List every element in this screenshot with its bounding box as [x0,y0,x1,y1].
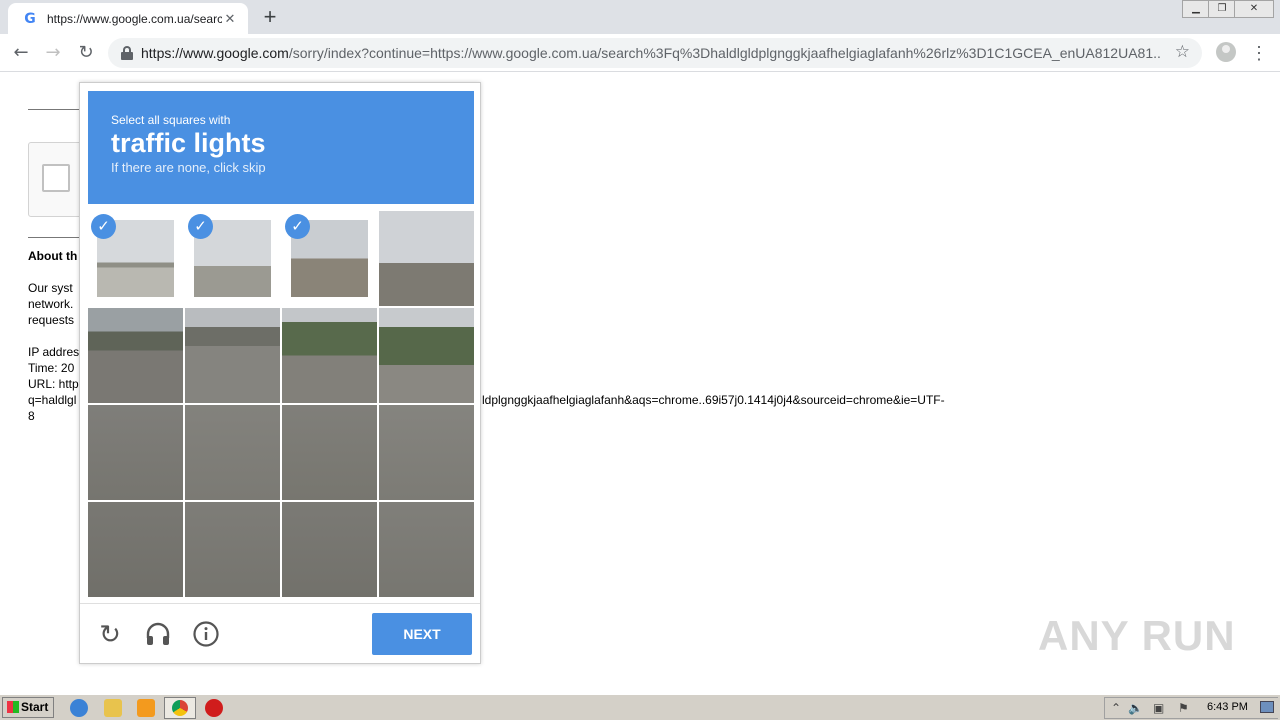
clock: 6:43 PM [1207,701,1248,713]
grid-tile[interactable] [185,502,280,597]
url-query-text: q=haldlgl [28,393,77,407]
tray-expand-icon[interactable]: ⌃ [1111,701,1121,715]
grid-tile[interactable] [282,308,377,403]
tile-image [185,502,280,597]
divider [28,237,80,238]
grid-tile[interactable] [379,502,474,597]
tile-image [282,308,377,403]
tile-image [88,502,183,597]
tile-image [282,502,377,597]
grid-tile[interactable] [88,502,183,597]
page-text-line: Our syst [28,281,73,295]
challenge-instruction: Select all squares with [111,113,231,127]
selected-check-icon: ✓ [285,214,310,239]
grid-tile[interactable] [185,405,280,500]
tile-image [88,308,183,403]
recaptcha-checkbox[interactable] [42,164,70,192]
restore-button[interactable]: ❐ [1208,0,1236,18]
action-center-flag-icon[interactable]: ⚑ [1178,701,1189,715]
media-player-icon[interactable] [137,699,155,717]
start-button[interactable]: Start [2,697,54,718]
url-label-text: URL: http [28,377,79,391]
reload-challenge-icon[interactable]: ↻ [95,620,125,650]
lock-icon [120,46,134,60]
divider [28,109,80,110]
info-icon[interactable] [191,620,221,650]
page-text-line: network. [28,297,74,311]
challenge-target: traffic lights [111,128,266,158]
profile-avatar-icon[interactable] [1216,42,1236,62]
ip-address-text: IP addres [28,345,80,359]
security-alert-icon[interactable] [205,699,223,717]
tab-title: https://www.google.com.ua/search? [47,11,222,26]
back-arrow-icon[interactable]: ← [8,40,34,66]
chrome-menu-icon[interactable]: ⋮ [1250,40,1268,66]
address-bar[interactable]: https://www.google.com/sorry/index?conti… [108,38,1202,68]
selected-check-icon: ✓ [91,214,116,239]
new-tab-button[interactable]: + [258,5,282,29]
google-favicon-icon: G [24,10,36,27]
browser-toolbar: ← → ↻ https://www.google.com/sorry/index… [0,34,1280,72]
internet-explorer-icon[interactable] [70,699,88,717]
windows-flag-icon [7,701,19,713]
challenge-hint: If there are none, click skip [111,160,266,175]
tile-image [379,405,474,500]
grid-tile[interactable] [379,211,474,306]
grid-tile[interactable] [379,308,474,403]
window-close-button[interactable]: ✕ [1234,0,1274,18]
about-heading: About th [28,249,78,263]
footer-divider [80,603,480,604]
chrome-icon [172,700,188,716]
url-query-tail-2: 8 [28,409,35,423]
challenge-header: Select all squares with traffic lights I… [88,91,474,204]
anyrun-watermark: ANY RUN [1038,612,1236,659]
url-query-tail: ldplgnggkjaafhelgiaglafanh&aqs=chrome..6… [482,393,945,407]
recaptcha-challenge: Select all squares with traffic lights I… [79,82,481,664]
bookmark-star-icon[interactable]: ☆ [1175,42,1190,62]
audio-challenge-icon[interactable] [143,620,173,650]
selected-check-icon: ✓ [188,214,213,239]
tile-image [185,405,280,500]
grid-tile[interactable] [185,308,280,403]
tile-image [379,502,474,597]
minimize-button[interactable]: ▁ [1182,0,1210,18]
volume-icon[interactable]: 🔈 [1128,701,1143,715]
grid-tile[interactable] [282,502,377,597]
grid-tile[interactable] [88,308,183,403]
url-text[interactable]: https://www.google.com/sorry/index?conti… [141,45,1161,61]
network-icon[interactable]: ▣ [1153,701,1164,715]
time-text: Time: 20 [28,361,75,375]
tile-image [379,211,474,306]
explorer-folder-icon[interactable] [104,699,122,717]
tile-image [379,308,474,403]
grid-tile[interactable] [379,405,474,500]
tile-image [88,405,183,500]
reload-icon[interactable]: ↻ [73,40,99,66]
next-button[interactable]: NEXT [372,613,472,655]
taskbar: Start ⌃ 🔈 ▣ ⚑ 6:43 PM [0,694,1280,720]
forward-arrow-icon[interactable]: → [40,40,66,66]
tile-image [185,308,280,403]
chrome-taskbar-button[interactable] [164,697,196,719]
browser-tab[interactable]: G https://www.google.com.ua/search? ✕ [8,3,248,34]
tab-strip: G https://www.google.com.ua/search? ✕ + … [0,0,1280,34]
grid-tile[interactable] [88,405,183,500]
tab-close-icon[interactable]: ✕ [222,11,238,27]
show-desktop-icon[interactable] [1260,701,1274,713]
image-grid: ✓ ✓ ✓ [88,211,474,597]
page-text-line: requests [28,313,75,327]
grid-tile[interactable] [282,405,377,500]
tile-image [282,405,377,500]
